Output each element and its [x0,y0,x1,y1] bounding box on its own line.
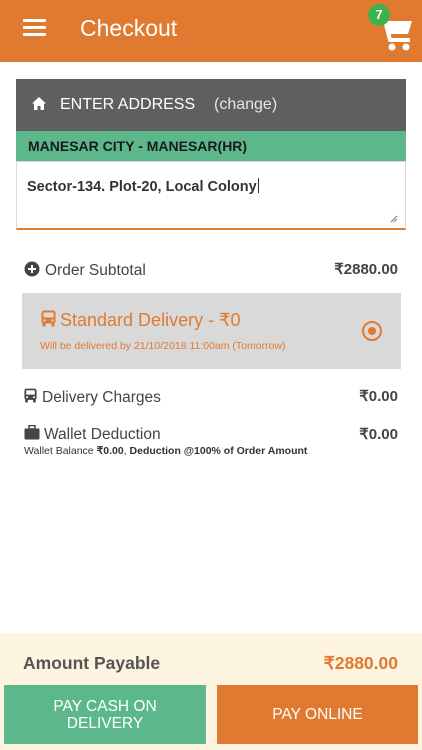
payment-footer: Amount Payable ₹2880.00 PAY CASH ON DELI… [0,633,422,750]
wallet-deduction-label: Wallet Deduction [44,426,161,443]
address-textarea[interactable]: Sector-134. Plot-20, Local Colony [16,161,406,230]
change-address-link[interactable]: (change) [214,96,277,114]
app-header: Checkout 7 [0,0,422,62]
cart-count-badge: 7 [368,4,390,26]
standard-delivery-option[interactable]: Standard Delivery - ₹0 Will be delivered… [22,293,401,369]
briefcase-icon [24,425,40,440]
home-icon [32,97,46,110]
plus-circle-icon [24,261,40,277]
pay-cash-on-delivery-button[interactable]: PAY CASH ON DELIVERY [4,685,206,744]
wallet-deduction-value: ₹0.00 [359,426,398,443]
city-label: MANESAR CITY - MANESAR(HR) [28,138,248,154]
city-bar: MANESAR CITY - MANESAR(HR) [16,131,406,161]
bus-icon [24,388,37,403]
order-subtotal-label: Order Subtotal [45,262,146,279]
delivery-radio-selected[interactable] [362,321,382,341]
wallet-balance-note: Wallet Balance ₹0.00, Deduction @100% of… [24,445,308,457]
hamburger-icon[interactable] [23,19,46,37]
address-heading: ENTER ADDRESS [60,96,196,113]
pay-online-button[interactable]: PAY ONLINE [217,685,418,744]
delivery-charges-value: ₹0.00 [359,388,398,405]
cart-button[interactable]: 7 [368,4,416,54]
amount-payable-value: ₹2880.00 [323,653,398,673]
delivery-option-eta: Will be delivered by 21/10/2018 11:00am … [40,340,286,352]
amount-payable-label: Amount Payable [23,653,161,673]
delivery-charges-label: Delivery Charges [42,389,161,406]
order-subtotal-value: ₹2880.00 [334,261,398,278]
bus-icon [41,310,56,327]
address-text: Sector-134. Plot-20, Local Colony [27,178,259,195]
resize-grip-icon [390,215,398,223]
page-title: Checkout [80,15,178,41]
address-header: ENTER ADDRESS (change) [16,79,406,131]
delivery-option-title: Standard Delivery - ₹0 [60,310,241,330]
